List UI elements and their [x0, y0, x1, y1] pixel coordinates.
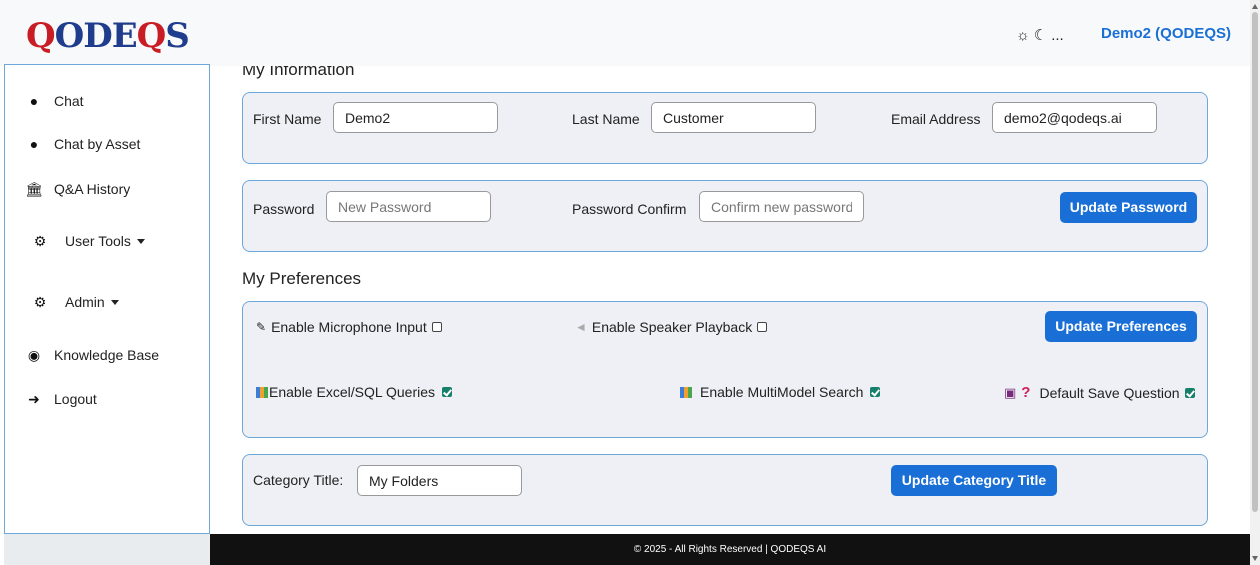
my-information-title: My Information — [242, 66, 355, 79]
sidebar-item-knowledge-base[interactable]: ◉ Knowledge Base — [25, 343, 159, 367]
multimodel-checkbox[interactable] — [870, 387, 881, 397]
email-field[interactable] — [992, 102, 1157, 133]
my-preferences-title: My Preferences — [242, 269, 362, 288]
brain-icon: ◉ — [27, 346, 41, 363]
bar-chart-icon — [256, 386, 268, 398]
caret-down-icon — [110, 299, 119, 305]
page-scrollbar[interactable] — [1250, 0, 1260, 565]
top-navbar: QODEQS ☼ ☾... Demo2 (QODEQS) — [0, 0, 1260, 66]
theme-switcher: ☼ ☾... — [1016, 26, 1068, 44]
password-label: Password — [253, 201, 315, 217]
scroll-thumb[interactable] — [1252, 12, 1258, 512]
sign-out-icon: ➜ — [28, 390, 40, 407]
sidebar: ● Chat ● Chat by Asset 🏛 Q&A History ⚙ U… — [4, 64, 210, 534]
password-card: Password Password Confirm Update Passwor… — [242, 180, 1208, 252]
save-question-checkbox[interactable] — [1184, 387, 1195, 398]
chat-bubble-icon: ● — [29, 93, 39, 109]
scroll-down-icon[interactable] — [1252, 556, 1258, 561]
main-content: My Information First Name Last Name Emai… — [210, 66, 1250, 534]
microphone-pref: ✎ Enable Microphone Input — [256, 319, 442, 335]
bar-chart-icon — [680, 386, 692, 398]
more-icon[interactable]: ... — [1051, 27, 1064, 44]
password-confirm-label: Password Confirm — [572, 201, 687, 217]
microphone-checkbox[interactable] — [431, 322, 442, 332]
last-name-field[interactable] — [651, 102, 816, 133]
confirm-password-field[interactable] — [699, 191, 864, 222]
first-name-label: First Name — [253, 111, 322, 127]
caret-down-icon — [136, 238, 145, 244]
category-title-field[interactable] — [357, 465, 522, 496]
question-mark-icon: ? — [1021, 384, 1031, 401]
update-category-title-button[interactable]: Update Category Title — [891, 465, 1057, 496]
excel-sql-pref: Enable Excel/SQL Queries — [256, 384, 453, 400]
floppy-disk-icon: ▣ — [1004, 384, 1017, 400]
sidebar-item-logout[interactable]: ➜ Logout — [25, 387, 97, 411]
cogs-icon: ⚙ — [33, 293, 47, 310]
sidebar-item-admin[interactable]: ⚙ Admin — [31, 290, 119, 314]
speaker-checkbox[interactable] — [757, 322, 768, 332]
speaker-pref: ◄ Enable Speaker Playback — [575, 319, 768, 335]
email-label: Email Address — [891, 111, 981, 127]
sidebar-item-chat[interactable]: ● Chat — [25, 89, 84, 113]
first-name-field[interactable] — [333, 102, 498, 133]
moon-icon[interactable]: ☾ — [1034, 27, 1047, 44]
scroll-up-icon[interactable] — [1252, 4, 1258, 9]
category-title-label: Category Title: — [253, 472, 344, 488]
sun-icon[interactable]: ☼ — [1016, 27, 1030, 44]
save-question-pref: ▣ ? Default Save Question — [1004, 384, 1195, 401]
update-preferences-button[interactable]: Update Preferences — [1045, 311, 1197, 342]
sidebar-item-qa-history[interactable]: 🏛 Q&A History — [25, 177, 130, 201]
footer: © 2025 - All Rights Reserved | QODEQS AI — [210, 534, 1250, 565]
speaker-icon: ◄ — [575, 320, 587, 334]
institution-icon: 🏛 — [25, 180, 43, 197]
sidebar-item-user-tools[interactable]: ⚙ User Tools — [31, 229, 145, 253]
chat-bubble-icon: ● — [29, 136, 39, 152]
multimodel-pref: Enable MultiModel Search — [680, 384, 881, 400]
category-card: Category Title: Update Category Title — [242, 454, 1208, 526]
update-password-button[interactable]: Update Password — [1060, 192, 1197, 223]
microphone-icon: ✎ — [256, 320, 267, 334]
preferences-card: ✎ Enable Microphone Input ◄ Enable Speak… — [242, 301, 1208, 438]
user-menu-link[interactable]: Demo2 (QODEQS) — [1101, 25, 1231, 42]
sidebar-footer-strip — [4, 534, 210, 565]
cogs-icon: ⚙ — [33, 232, 47, 249]
new-password-field[interactable] — [326, 191, 491, 222]
qodeqs-logo[interactable]: QODEQS — [26, 16, 190, 56]
my-information-card: First Name Last Name Email Address — [242, 92, 1208, 164]
sidebar-item-chat-by-asset[interactable]: ● Chat by Asset — [25, 132, 141, 156]
last-name-label: Last Name — [572, 111, 640, 127]
excel-sql-checkbox[interactable] — [442, 387, 453, 397]
